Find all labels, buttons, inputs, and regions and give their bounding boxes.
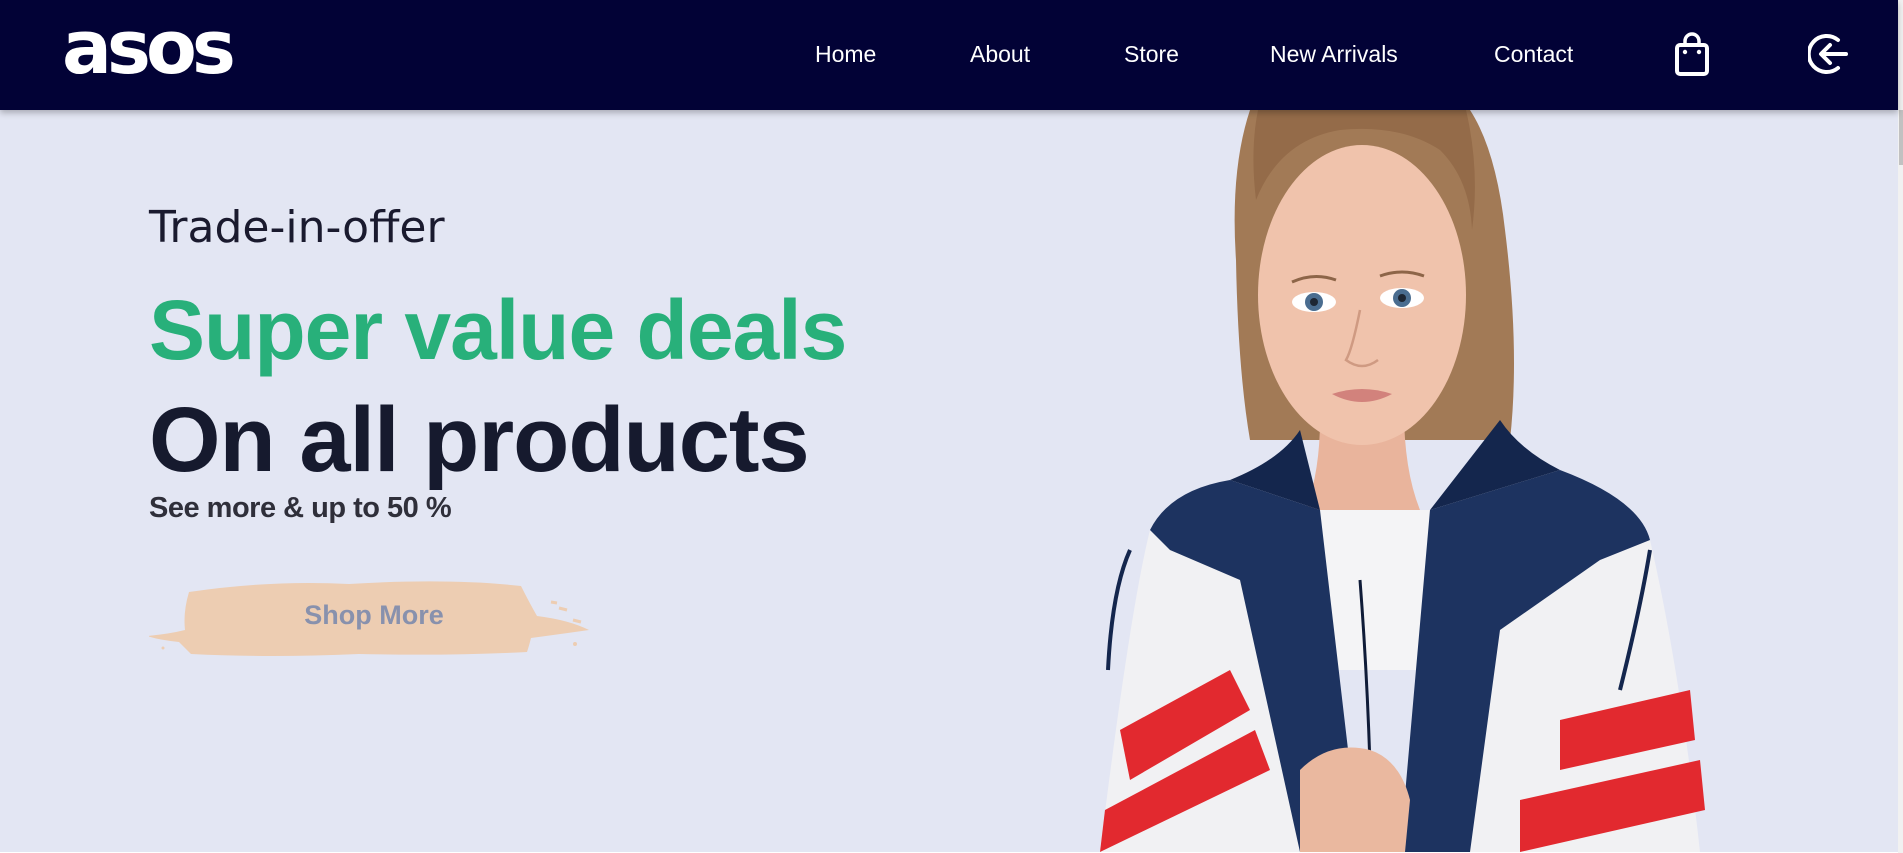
- nav-new-arrivals-link[interactable]: New Arrivals: [1270, 40, 1398, 68]
- shop-more-label: Shop More: [304, 600, 444, 630]
- shopping-bag-icon[interactable]: [1674, 32, 1710, 76]
- top-navbar: asos Home About Store New Arrivals Conta…: [0, 0, 1898, 110]
- hero-model-image: [1000, 110, 1780, 852]
- login-arrow-icon[interactable]: [1806, 33, 1850, 75]
- hero-subline: See more & up to 50 %: [149, 492, 452, 524]
- hero-headline-green: Super value deals: [149, 283, 847, 377]
- page-scrollbar[interactable]: [1898, 0, 1903, 853]
- nav-contact-link[interactable]: Contact: [1494, 40, 1573, 68]
- hero-headline-dark: On all products: [149, 389, 810, 491]
- shop-more-button[interactable]: Shop More: [149, 572, 589, 662]
- asos-logo[interactable]: asos: [62, 11, 236, 85]
- nav-store-link[interactable]: Store: [1124, 40, 1179, 68]
- hero-eyebrow: Trade-in-offer: [149, 202, 445, 253]
- nav-about-link[interactable]: About: [970, 40, 1030, 68]
- nav-home-link[interactable]: Home: [815, 40, 876, 68]
- scrollbar-thumb[interactable]: [1899, 110, 1903, 165]
- hero-banner: Trade-in-offer Super value deals On all …: [0, 110, 1898, 852]
